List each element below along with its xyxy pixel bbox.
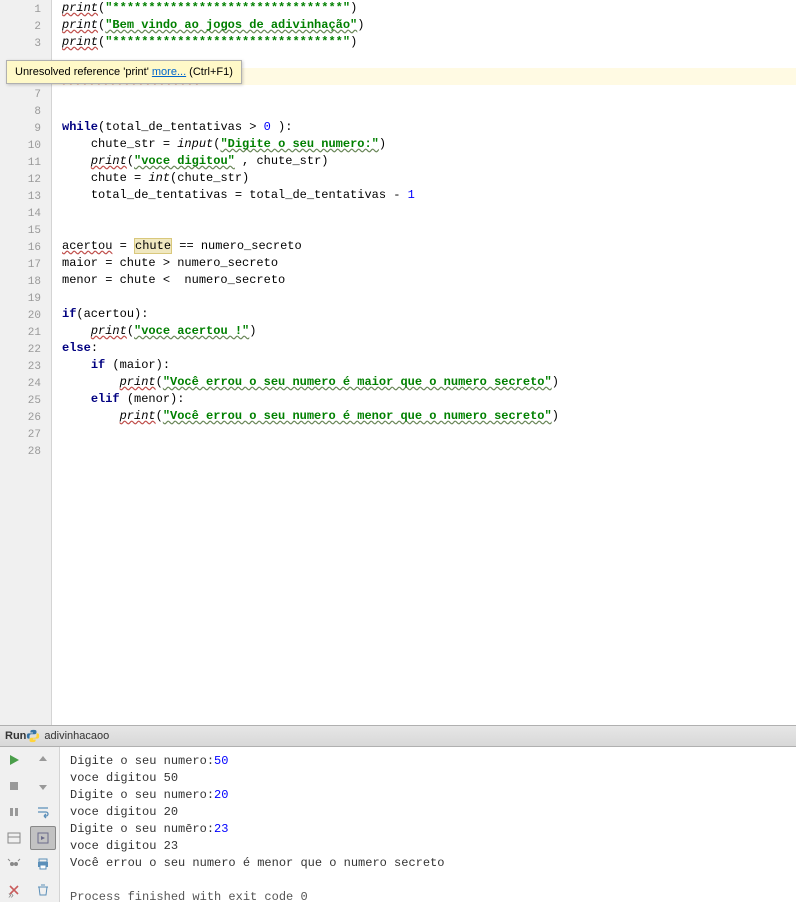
inspection-tooltip: Unresolved reference 'print' more... (Ct… bbox=[6, 60, 242, 84]
console-output[interactable]: Digite o seu numero:50 voce digitou 50 D… bbox=[60, 747, 796, 902]
console-toolbar bbox=[0, 747, 60, 902]
line-gutter: 1 2 3 6 7 8 9 10 11 12 13 14 15 16 17 18… bbox=[0, 0, 52, 725]
tooltip-text: Unresolved reference 'print' bbox=[15, 66, 152, 78]
down-arrow-button[interactable] bbox=[30, 774, 56, 798]
run-label: Run bbox=[5, 730, 26, 742]
console-panel: Digite o seu numero:50 voce digitou 50 D… bbox=[0, 747, 796, 902]
trash-button[interactable] bbox=[30, 878, 56, 902]
tooltip-more-link[interactable]: more... bbox=[152, 66, 186, 78]
python-icon bbox=[26, 729, 40, 743]
pause-button[interactable] bbox=[1, 800, 27, 824]
code-content[interactable]: print("********************************"… bbox=[52, 0, 796, 725]
layout-button[interactable] bbox=[1, 826, 27, 850]
scroll-to-end-button[interactable] bbox=[30, 826, 56, 850]
print-button[interactable] bbox=[30, 852, 56, 876]
code-editor[interactable]: 1 2 3 6 7 8 9 10 11 12 13 14 15 16 17 18… bbox=[0, 0, 796, 725]
soft-wrap-button[interactable] bbox=[30, 800, 56, 824]
ant-button[interactable] bbox=[1, 852, 27, 876]
run-toolbar: Run adivinhacaoo bbox=[0, 725, 796, 747]
rerun-button[interactable] bbox=[1, 748, 27, 772]
stop-button[interactable] bbox=[1, 774, 27, 798]
up-arrow-button[interactable] bbox=[30, 748, 56, 772]
tooltip-shortcut: (Ctrl+F1) bbox=[186, 66, 233, 78]
run-config-name: adivinhacaoo bbox=[44, 730, 109, 742]
expand-icon[interactable]: » bbox=[8, 891, 14, 902]
